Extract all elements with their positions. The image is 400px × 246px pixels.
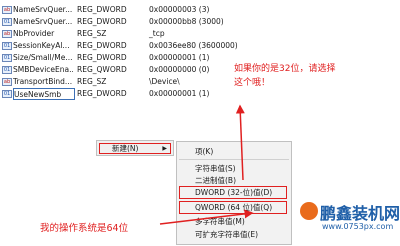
watermark-name: 鹏鑫装机网 <box>320 204 400 223</box>
arrow-to-qword <box>159 209 254 225</box>
watermark: 鹏鑫装机网 www.0753px.com <box>298 198 400 246</box>
arrow-to-dword <box>235 104 245 181</box>
brand-logo-icon <box>300 202 318 220</box>
watermark-url: www.0753px.com <box>322 222 394 231</box>
